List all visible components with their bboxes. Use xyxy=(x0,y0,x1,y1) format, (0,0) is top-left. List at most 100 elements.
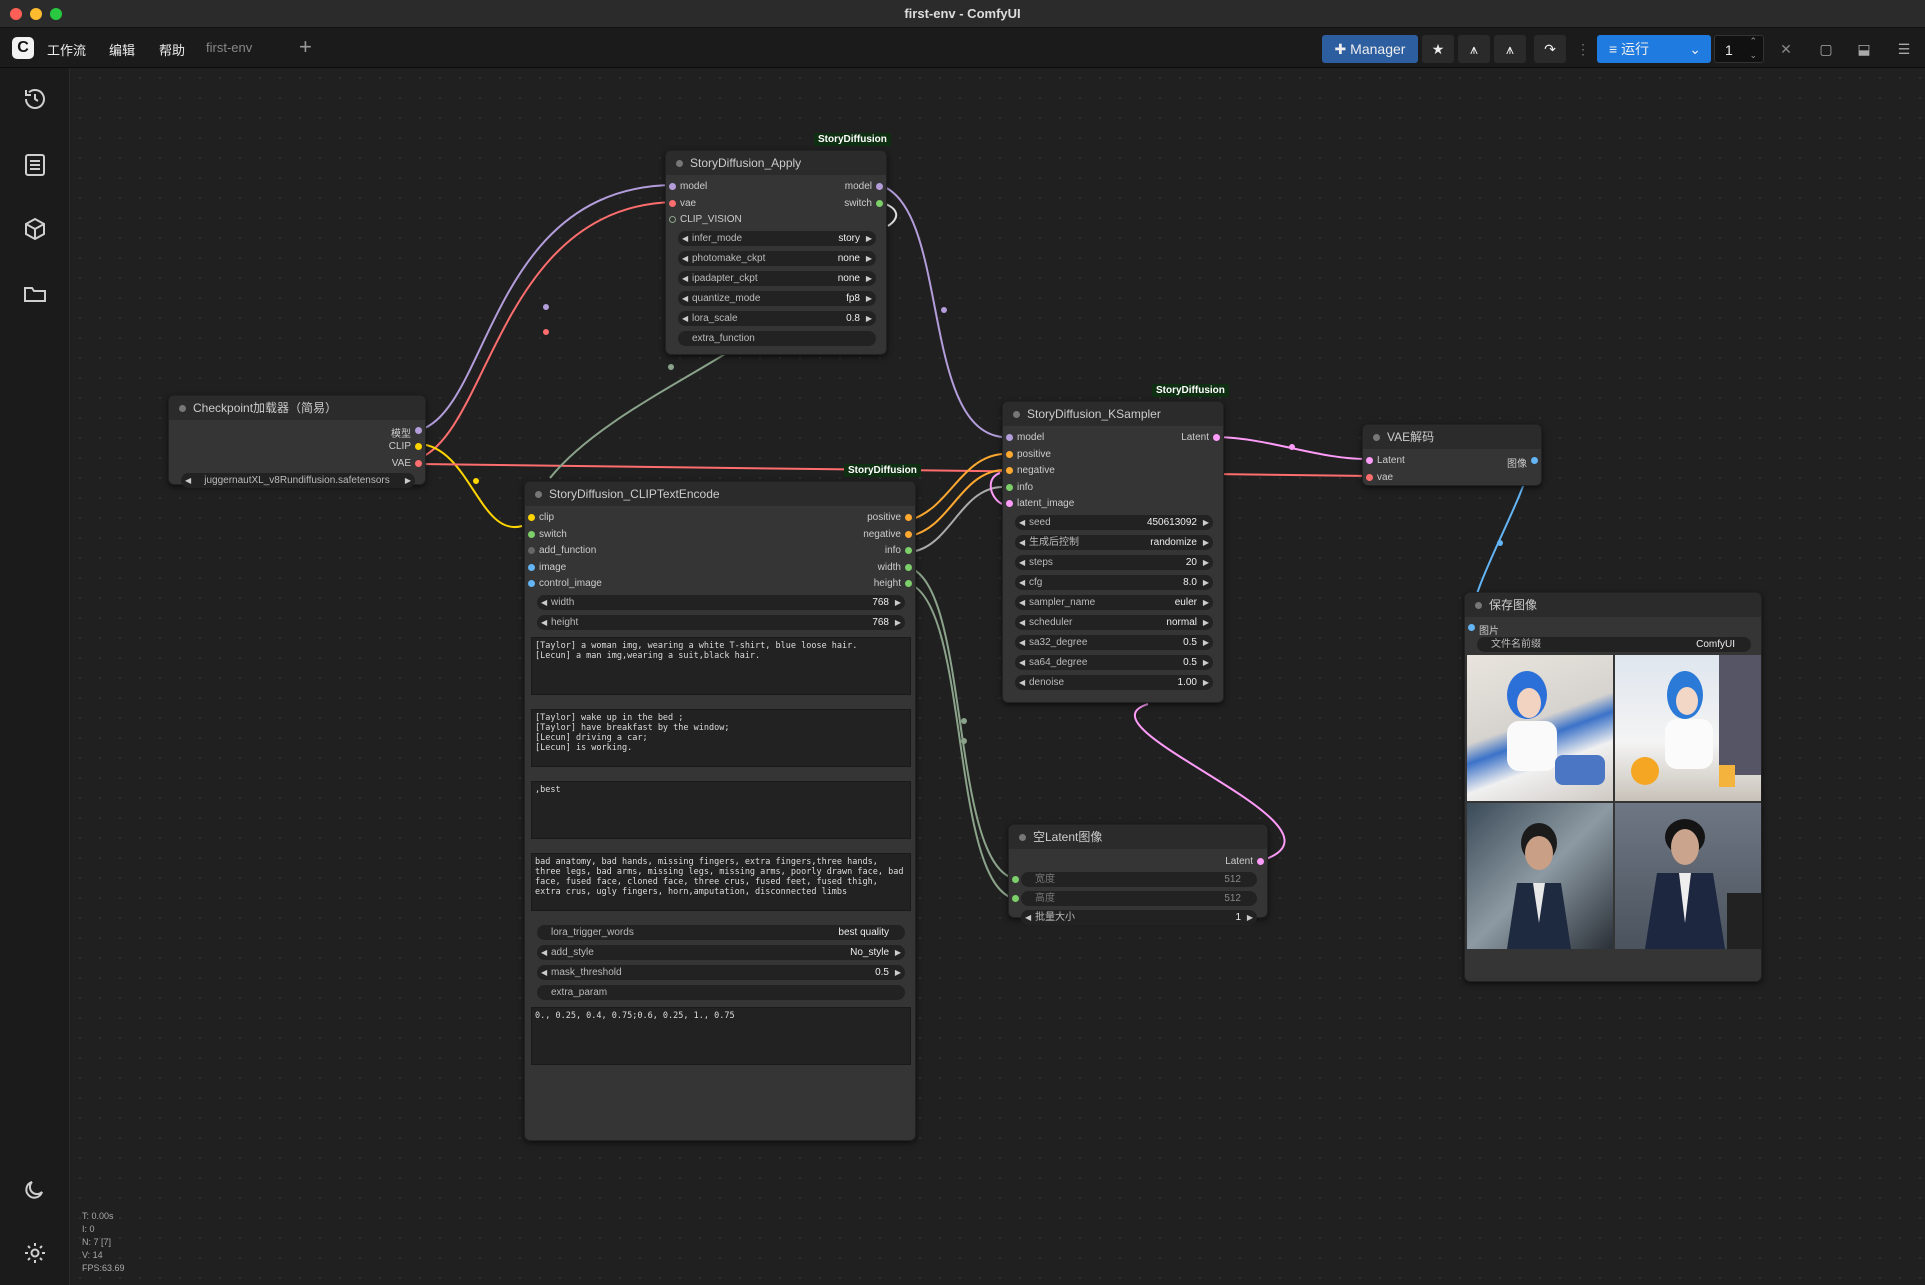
output-info-dot[interactable] xyxy=(905,547,912,554)
widget-extra-function[interactable]: extra_function xyxy=(678,331,876,346)
output-clip-dot[interactable] xyxy=(415,443,422,450)
stepper-icon[interactable]: ⌃ ⌄ xyxy=(1749,34,1757,62)
panel-icon[interactable]: ▢ xyxy=(1812,35,1840,63)
input-control-image-dot[interactable] xyxy=(528,580,535,587)
menu-edit[interactable]: 编辑 xyxy=(109,40,135,59)
menu-help[interactable]: 帮助 xyxy=(159,40,185,59)
input-vae-dot[interactable] xyxy=(1366,474,1373,481)
input-vae-dot[interactable] xyxy=(669,200,676,207)
widget-sa32-degree[interactable]: sa32_degree0.5 xyxy=(1015,635,1213,650)
widget-sampler-name[interactable]: sampler_nameeuler xyxy=(1015,595,1213,610)
output-image-3[interactable] xyxy=(1467,803,1613,949)
output-model-dot[interactable] xyxy=(876,183,883,190)
input-height-dot[interactable] xyxy=(1012,895,1019,902)
storydiffusion-ksampler-node[interactable]: StoryDiffusion_KSampler model positive n… xyxy=(1002,401,1224,703)
empty-latent-image-node[interactable]: 空Latent图像 Latent 宽度512 高度512 批量大小1 xyxy=(1008,824,1268,925)
manager-button[interactable]: ✚ Manager xyxy=(1322,35,1418,63)
output-negative-dot[interactable] xyxy=(905,531,912,538)
node-title[interactable]: 保存图像 xyxy=(1465,593,1761,617)
widget-height[interactable]: height768 xyxy=(537,615,905,630)
queue-list-icon[interactable] xyxy=(22,152,48,178)
ckpt-name-select[interactable]: juggernautXL_v8Rundiffusion.safetensors xyxy=(181,473,415,488)
workflow-tab[interactable]: first-env xyxy=(206,40,252,55)
menu-icon[interactable]: ☰ xyxy=(1890,35,1918,63)
output-width-dot[interactable] xyxy=(905,564,912,571)
negative-prompt-textarea[interactable]: bad anatomy, bad hands, missing fingers,… xyxy=(531,853,911,911)
batch-count-input[interactable]: 1 ⌃ ⌄ xyxy=(1714,35,1764,63)
widget-steps[interactable]: steps20 xyxy=(1015,555,1213,570)
widget-lora-scale[interactable]: lora_scale0.8 xyxy=(678,311,876,326)
widget-seed[interactable]: seed450613092 xyxy=(1015,515,1213,530)
output-latent-dot[interactable] xyxy=(1257,858,1264,865)
run-button[interactable]: ≡ 运行 ⌄ xyxy=(1597,35,1711,63)
input-clip-vision-dot[interactable] xyxy=(669,216,676,223)
output-image-dot[interactable] xyxy=(1531,457,1538,464)
output-positive-dot[interactable] xyxy=(905,514,912,521)
moon-icon[interactable] xyxy=(22,1176,48,1202)
node-title[interactable]: StoryDiffusion_Apply xyxy=(666,151,886,175)
character-prompt-textarea[interactable]: [Taylor] a woman img, wearing a white T-… xyxy=(531,637,911,695)
storydiffusion-cliptextencode-node[interactable]: StoryDiffusion_CLIPTextEncode clip switc… xyxy=(524,481,916,1141)
widget-photomake-ckpt[interactable]: photomake_ckptnone xyxy=(678,251,876,266)
output-image-4[interactable] xyxy=(1615,803,1761,949)
input-width-dot[interactable] xyxy=(1012,876,1019,883)
output-image-1[interactable] xyxy=(1467,655,1613,801)
widget-latent-height[interactable]: 高度 512 xyxy=(1021,891,1257,906)
comfyui-logo-icon[interactable]: C xyxy=(12,37,34,59)
storydiffusion-apply-node[interactable]: StoryDiffusion_Apply model vae CLIP_VISI… xyxy=(665,150,887,355)
input-latent-image-dot[interactable] xyxy=(1006,500,1013,507)
close-icon[interactable]: ✕ xyxy=(1772,35,1800,63)
widget-cfg[interactable]: cfg8.0 xyxy=(1015,575,1213,590)
output-model-dot[interactable] xyxy=(415,427,422,434)
output-latent-dot[interactable] xyxy=(1213,434,1220,441)
widget-mask-threshold[interactable]: mask_threshold0.5 xyxy=(537,965,905,980)
output-vae-dot[interactable] xyxy=(415,460,422,467)
share-icon-a[interactable]: ⩚ xyxy=(1458,35,1490,63)
widget-infer-mode[interactable]: infer_modestory xyxy=(678,231,876,246)
checkpoint-loader-node[interactable]: Checkpoint加载器（简易） 模型 CLIP VAE juggernaut… xyxy=(168,395,426,488)
widget-lora-trigger-words[interactable]: lora_trigger_words best quality xyxy=(537,925,905,940)
chevron-down-icon[interactable]: ⌄ xyxy=(1689,35,1701,63)
model-cube-icon[interactable] xyxy=(22,216,48,242)
star-button[interactable]: ★ xyxy=(1422,35,1454,63)
share-icon-b[interactable]: ⩚ xyxy=(1494,35,1526,63)
widget-control-after-generate[interactable]: 生成后控制randomize xyxy=(1015,535,1213,550)
node-title[interactable]: VAE解码 xyxy=(1363,425,1541,449)
node-title[interactable]: StoryDiffusion_CLIPTextEncode xyxy=(525,482,915,506)
node-title[interactable]: Checkpoint加载器（简易） xyxy=(169,396,425,420)
mask-coords-textarea[interactable]: 0., 0.25, 0.4, 0.75;0.6, 0.25, 1., 0.75 xyxy=(531,1007,911,1065)
widget-width[interactable]: width768 xyxy=(537,595,905,610)
settings-gear-icon[interactable] xyxy=(22,1240,48,1266)
node-title[interactable]: 空Latent图像 xyxy=(1009,825,1267,849)
widget-scheduler[interactable]: schedulernormal xyxy=(1015,615,1213,630)
input-clip-dot[interactable] xyxy=(528,514,535,521)
drag-handle-icon[interactable]: ⋮ xyxy=(1575,35,1591,63)
widget-denoise[interactable]: denoise1.00 xyxy=(1015,675,1213,690)
output-image-2[interactable] xyxy=(1615,655,1761,801)
save-image-node[interactable]: 保存图像 图片 文件名前缀 ComfyUI xyxy=(1464,592,1762,982)
menu-workflow[interactable]: 工作流 xyxy=(47,40,86,59)
vae-decode-node[interactable]: VAE解码 Latent vae 图像 xyxy=(1362,424,1542,486)
node-canvas[interactable]: StoryDiffusion StoryDiffusion_Apply mode… xyxy=(70,68,1925,1285)
widget-filename-prefix[interactable]: 文件名前缀 ComfyUI xyxy=(1477,637,1751,652)
new-tab-button[interactable]: + xyxy=(299,34,312,60)
output-switch-dot[interactable] xyxy=(876,200,883,207)
input-add-function-dot[interactable] xyxy=(528,547,535,554)
input-latent-dot[interactable] xyxy=(1366,457,1373,464)
input-info-dot[interactable] xyxy=(1006,484,1013,491)
scene-prompt-textarea[interactable]: [Taylor] wake up in the bed ; [Taylor] h… xyxy=(531,709,911,767)
widget-ipadapter-ckpt[interactable]: ipadapter_ckptnone xyxy=(678,271,876,286)
widget-quantize-mode[interactable]: quantize_modefp8 xyxy=(678,291,876,306)
bottom-panel-icon[interactable]: ⬓ xyxy=(1850,35,1878,63)
input-images-dot[interactable] xyxy=(1468,624,1475,631)
widget-latent-width[interactable]: 宽度 512 xyxy=(1021,872,1257,887)
history-icon[interactable] xyxy=(22,86,48,112)
output-height-dot[interactable] xyxy=(905,580,912,587)
input-model-dot[interactable] xyxy=(669,183,676,190)
input-model-dot[interactable] xyxy=(1006,434,1013,441)
widget-add-style[interactable]: add_styleNo_style xyxy=(537,945,905,960)
folder-icon[interactable] xyxy=(22,280,48,306)
widget-sa64-degree[interactable]: sa64_degree0.5 xyxy=(1015,655,1213,670)
input-switch-dot[interactable] xyxy=(528,531,535,538)
node-title[interactable]: StoryDiffusion_KSampler xyxy=(1003,402,1223,426)
